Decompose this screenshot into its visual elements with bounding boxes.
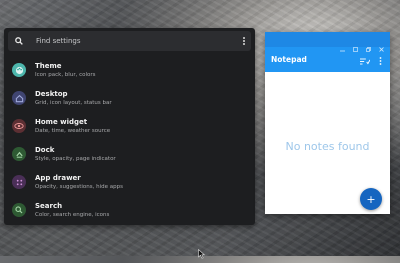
item-title: App drawer xyxy=(35,173,81,182)
settings-item-search[interactable]: Search Color, search engine, icons xyxy=(4,196,255,224)
restore-icon[interactable] xyxy=(366,37,371,52)
sort-icon[interactable] xyxy=(360,50,371,69)
dock-icon xyxy=(12,147,26,161)
palette-icon xyxy=(12,63,26,77)
notepad-toolbar: Notepad xyxy=(265,47,390,72)
grid-icon xyxy=(12,175,26,189)
app-title: Notepad xyxy=(271,55,307,64)
item-subtitle: Opacity, suggestions, hide apps xyxy=(35,183,123,190)
notepad-window: Notepad No notes found + xyxy=(265,32,390,214)
search-icon xyxy=(12,203,26,217)
item-title: Theme xyxy=(35,61,62,70)
item-subtitle: Icon pack, blur, colors xyxy=(35,71,96,78)
window-titlebar[interactable] xyxy=(265,32,390,52)
more-vert-icon[interactable] xyxy=(379,50,382,69)
empty-state-text: No notes found xyxy=(285,140,370,153)
eye-icon xyxy=(12,119,26,133)
settings-item-dock[interactable]: Dock Style, opacity, page indicator xyxy=(4,140,255,168)
search-input[interactable]: Find settings xyxy=(30,37,237,45)
item-title: Search xyxy=(35,201,63,210)
settings-list: Theme Icon pack, blur, colors Desktop Gr… xyxy=(4,56,255,224)
item-title: Home widget xyxy=(35,117,88,126)
minimize-icon[interactable] xyxy=(340,37,345,52)
search-icon xyxy=(8,37,30,45)
item-subtitle: Date, time, weather source xyxy=(35,127,111,134)
mouse-cursor-icon xyxy=(198,244,206,263)
item-subtitle: Style, opacity, page indicator xyxy=(35,155,116,162)
item-title: Desktop xyxy=(35,89,68,98)
more-vert-icon[interactable] xyxy=(237,36,251,46)
item-subtitle: Grid, icon layout, status bar xyxy=(35,99,112,106)
settings-panel: Find settings Theme Icon pack, blur, col… xyxy=(4,28,255,225)
settings-item-home-widget[interactable]: Home widget Date, time, weather source xyxy=(4,112,255,140)
settings-item-theme[interactable]: Theme Icon pack, blur, colors xyxy=(4,56,255,84)
maximize-icon[interactable] xyxy=(353,37,358,52)
settings-search-bar[interactable]: Find settings xyxy=(8,31,251,51)
settings-item-app-drawer[interactable]: App drawer Opacity, suggestions, hide ap… xyxy=(4,168,255,196)
add-note-button[interactable]: + xyxy=(360,188,382,210)
item-title: Dock xyxy=(35,145,55,154)
home-icon xyxy=(12,91,26,105)
item-subtitle: Color, search engine, icons xyxy=(35,211,110,218)
close-icon[interactable] xyxy=(379,37,384,52)
settings-item-desktop[interactable]: Desktop Grid, icon layout, status bar xyxy=(4,84,255,112)
